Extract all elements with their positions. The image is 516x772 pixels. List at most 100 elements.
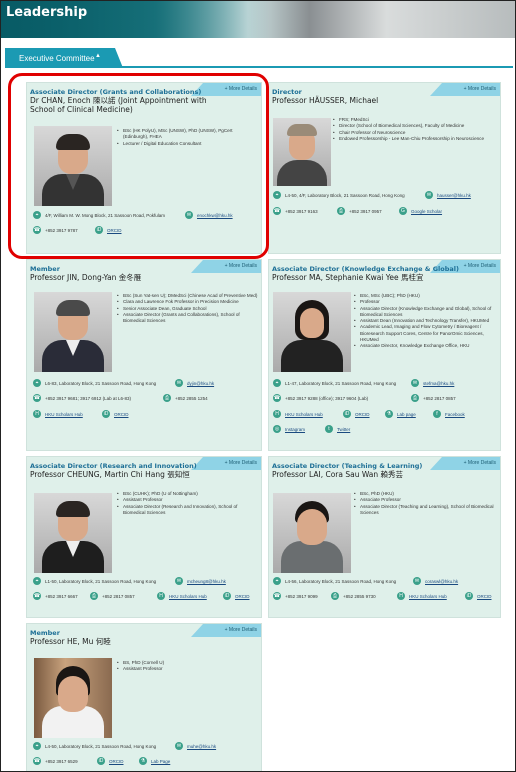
scholars-hub-link[interactable]: H HKU Scholars Hub <box>157 592 207 600</box>
google-scholar-link[interactable]: G Google Scholar <box>399 207 442 215</box>
profile-bullets: BSc (CUHK); PhD (U of Nottingham) Assist… <box>117 491 261 516</box>
profile-role: Member <box>30 629 60 637</box>
phone-icon: ☎ <box>33 757 41 765</box>
phone-item: ☎ +852 3917 9099 <box>273 592 318 600</box>
email-link[interactable]: ✉ muhe@hku.hk <box>175 742 216 750</box>
email-link[interactable]: ✉ hausser@hku.hk <box>425 191 471 199</box>
fax-item: ⎙ +852 2855 1254 <box>163 394 208 402</box>
highlight-annotation <box>8 73 269 259</box>
orcid-icon: iD <box>465 592 473 600</box>
scholars-hub-link[interactable]: H HKU Scholars Hub <box>33 410 83 418</box>
phone-item: ☎ +852 3917 9163 <box>273 207 318 215</box>
profile-card: + More Details Associate Director (Knowl… <box>268 259 501 451</box>
lab-page-link[interactable]: ⚗ Lab page <box>385 410 416 418</box>
orcid-link[interactable]: iD ORCID <box>97 757 124 765</box>
profile-bullets: BSc (Sun Yat-sen U); DMedSci (Chinese Ac… <box>117 293 261 324</box>
envelope-icon: ✉ <box>175 577 183 585</box>
profile-name: Professor LAI, Cora Sau Wan 賴秀芸 <box>272 470 404 479</box>
bullet-item: Associate Director (Grants and Collabora… <box>117 312 261 325</box>
more-details-button[interactable]: + More Details <box>191 624 261 637</box>
scholars-hub-link[interactable]: H HKU Scholars Hub <box>273 410 323 418</box>
bullet-item: Associate Director (Research and Innovat… <box>117 504 261 517</box>
email-link[interactable]: ✉ mcheung8@hku.hk <box>175 577 226 585</box>
more-details-button[interactable]: + More Details <box>430 83 500 96</box>
profile-role: Director <box>272 88 302 96</box>
profile-role: Member <box>30 265 60 273</box>
orcid-link[interactable]: iD ORCID <box>102 410 129 418</box>
fax-item: ⎙ +852 2855 9730 <box>331 592 376 600</box>
address-item: ⌖ L1-50, Laboratory Block, 21 Sassoon Roa… <box>33 577 156 585</box>
phone-icon: ☎ <box>33 394 41 402</box>
hub-icon: H <box>397 592 405 600</box>
more-details-button[interactable]: + More Details <box>430 457 500 470</box>
scholar-icon: G <box>399 207 407 215</box>
email-link[interactable]: ✉ stefma@hku.hk <box>411 379 454 387</box>
lab-page-link[interactable]: ⚗ Lab Page <box>139 757 170 765</box>
phone-item: ☎ +852 3917 6667 <box>33 592 78 600</box>
location-pin-icon: ⌖ <box>33 577 41 585</box>
profile-card: + More Details Member Professor HE, Mu 何… <box>26 623 262 771</box>
fax-item: ⎙ +852 2817 0857 <box>90 592 135 600</box>
profile-name: Professor HÄUSSER, Michael <box>272 96 379 105</box>
profile-role: Associate Director (Teaching & Learning) <box>272 462 423 470</box>
profile-bullets: BS, PhD (Cornell U) Assistant Professor <box>117 660 261 673</box>
profile-role: Associate Director (Research and Innovat… <box>30 462 197 470</box>
twitter-icon: t <box>325 425 333 433</box>
envelope-icon: ✉ <box>413 577 421 585</box>
fax-icon: ⎙ <box>163 394 171 402</box>
profile-name: Professor JIN, Dong-Yan 金冬雁 <box>30 273 142 282</box>
envelope-icon: ✉ <box>411 379 419 387</box>
fax-icon: ⎙ <box>337 207 345 215</box>
page-title: Leadership <box>6 5 88 20</box>
profile-photo <box>273 292 351 372</box>
location-pin-icon: ⌖ <box>273 191 281 199</box>
bullet-item: Endowed Professorship - Lee Man-Chiu Pro… <box>333 136 498 143</box>
bullet-item: Associate Director (Teaching and Learnin… <box>354 504 500 517</box>
scholars-hub-link[interactable]: H HKU Scholars Hub <box>397 592 447 600</box>
profile-name: Professor MA, Stephanie Kwai Yee 馬桂宜 <box>272 273 424 282</box>
hub-icon: H <box>273 410 281 418</box>
twitter-link[interactable]: t Twitter <box>325 425 350 433</box>
facebook-link[interactable]: f Facebook <box>433 410 465 418</box>
instagram-link[interactable]: ◎ Instagram <box>273 425 305 433</box>
profile-photo <box>273 118 331 186</box>
orcid-icon: iD <box>102 410 110 418</box>
address-item: ⌖ L4-50, Laboratory Block, 21 Sassoon Roa… <box>33 742 156 750</box>
phone-icon: ☎ <box>273 394 281 402</box>
tab-bar: Executive Committee ▲ <box>5 48 513 68</box>
fax-icon: ⎙ <box>331 592 339 600</box>
tab-label: Executive Committee <box>19 54 95 63</box>
facebook-icon: f <box>433 410 441 418</box>
orcid-link[interactable]: iD ORCID <box>465 592 492 600</box>
hub-icon: H <box>33 410 41 418</box>
phone-item: ☎ +852 3917 6529 <box>33 757 78 765</box>
location-pin-icon: ⌖ <box>273 577 281 585</box>
address-item: ⌖ L6-83, Laboratory Block, 21 Sassoon Roa… <box>33 379 156 387</box>
profile-card: + More Details Member Professor JIN, Don… <box>26 259 262 451</box>
address-item: ⌖ L4-56, Laboratory Block, 21 Sassoon Roa… <box>273 577 396 585</box>
profile-role: Associate Director (Knowledge Exchange &… <box>272 265 459 273</box>
hub-icon: H <box>157 592 165 600</box>
email-link[interactable]: ✉ coraswl@hku.hk <box>413 577 458 585</box>
orcid-link[interactable]: iD ORCID <box>343 410 370 418</box>
profile-bullets: BSc, PhD (HKU) Associate Professor Assoc… <box>354 491 500 516</box>
phone-icon: ☎ <box>273 592 281 600</box>
envelope-icon: ✉ <box>175 742 183 750</box>
address-item: ⌖ L4-50, 4/F, Laboratory Block, 21 Sassoo… <box>273 191 405 199</box>
lab-icon: ⚗ <box>139 757 147 765</box>
email-link[interactable]: ✉ dyjin@hku.hk <box>175 379 214 387</box>
profile-photo <box>34 658 112 738</box>
orcid-link[interactable]: iD ORCID <box>223 592 250 600</box>
profile-name: Professor HE, Mu 何睦 <box>30 637 111 646</box>
more-details-button[interactable]: + More Details <box>191 457 261 470</box>
profile-name: Professor CHEUNG, Martin Chi Hang 張知恒 <box>30 470 190 479</box>
tab-executive-committee[interactable]: Executive Committee ▲ <box>5 48 123 68</box>
more-details-button[interactable]: + More Details <box>191 260 261 273</box>
orcid-icon: iD <box>97 757 105 765</box>
profile-photo <box>34 292 112 372</box>
fax-icon: ⎙ <box>411 394 419 402</box>
envelope-icon: ✉ <box>175 379 183 387</box>
profile-card: + More Details Director Professor HÄUSSE… <box>268 82 501 254</box>
phone-item: ☎ +852 3917 9681; 3917 6912 (Lab at L6-83… <box>33 394 131 402</box>
profile-photo <box>34 493 112 573</box>
